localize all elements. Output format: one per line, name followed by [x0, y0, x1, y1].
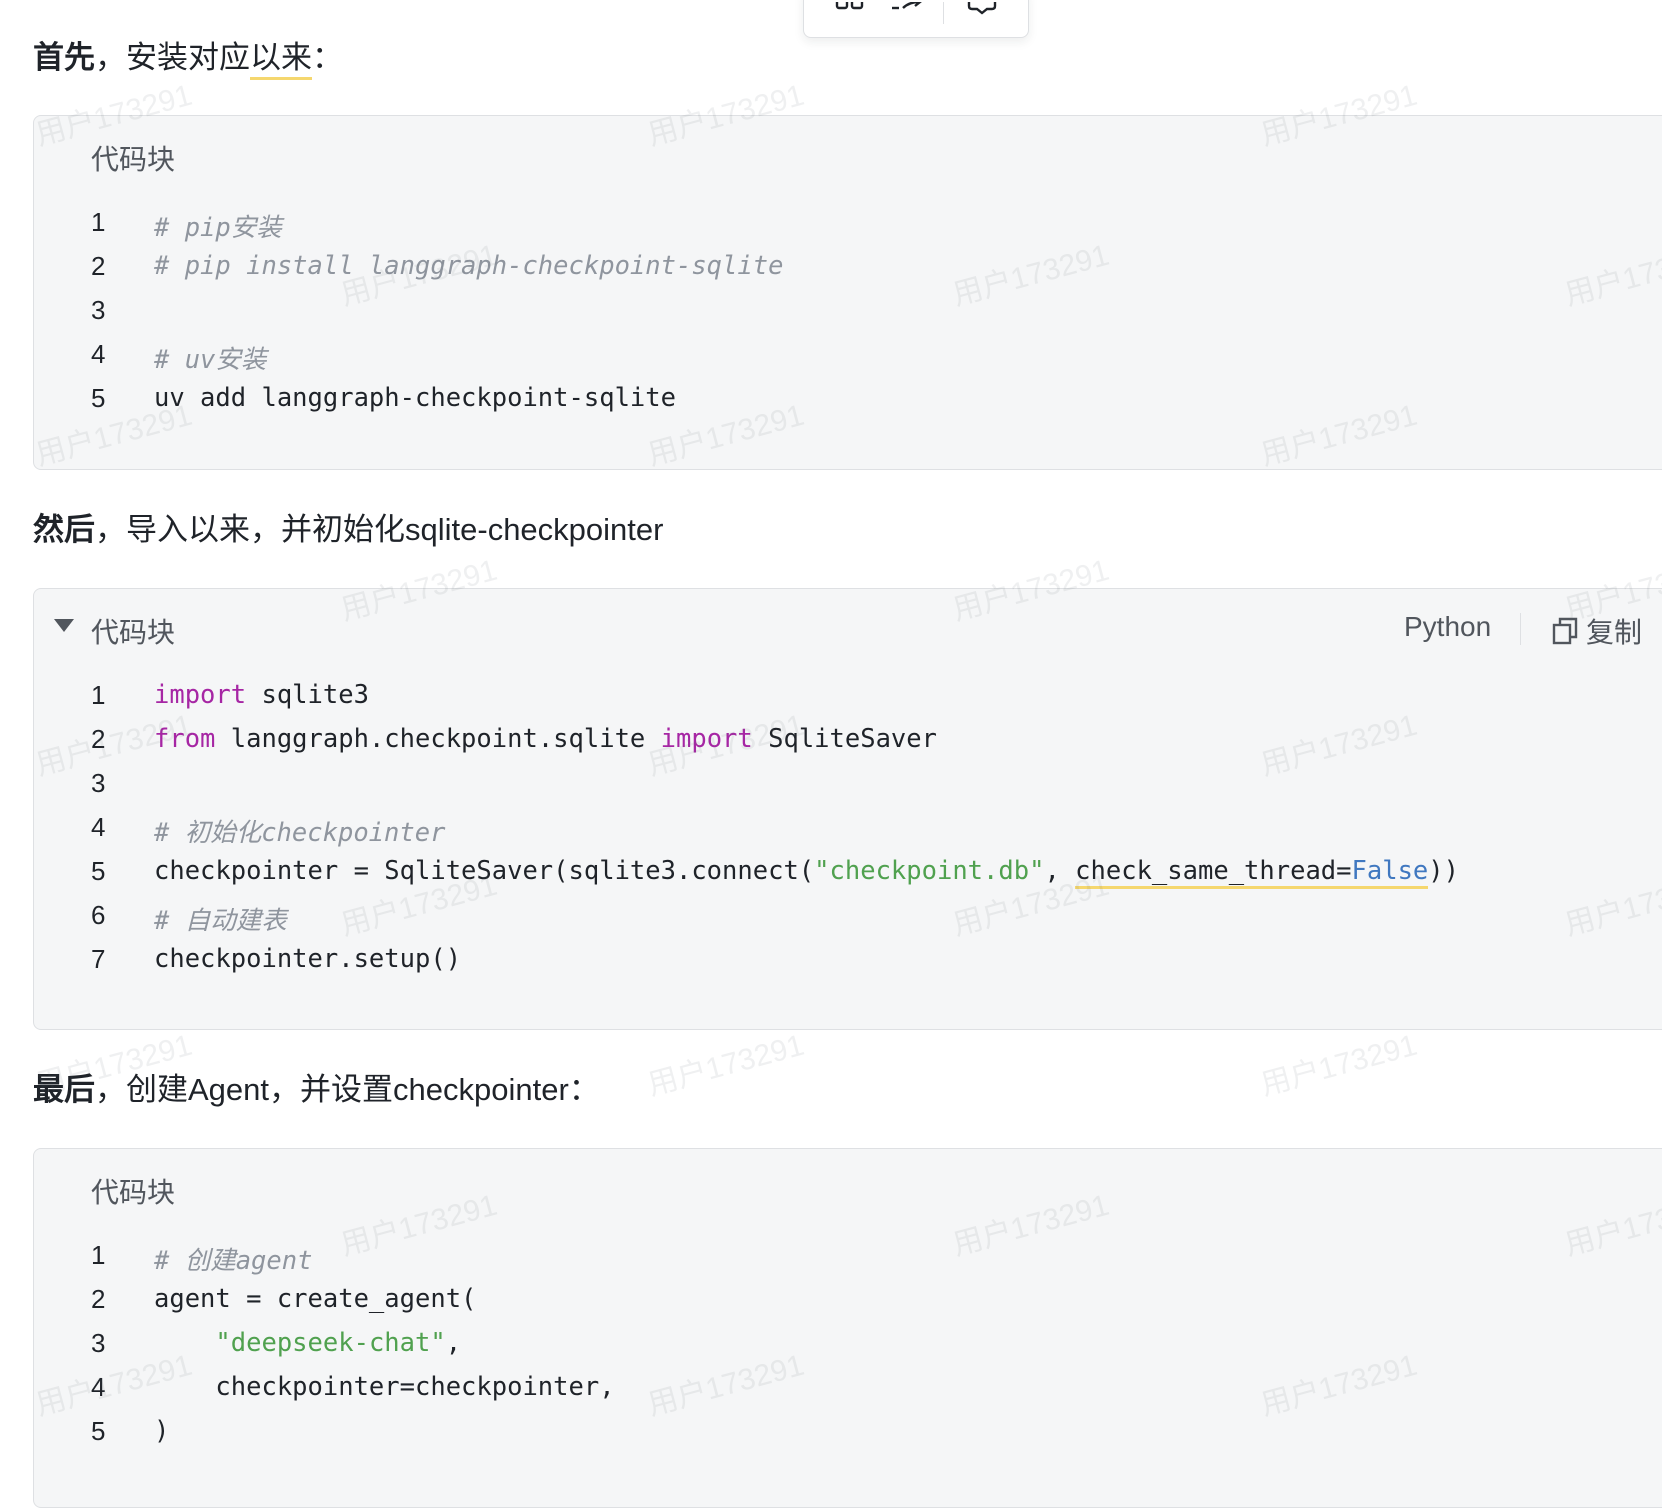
line-number: 5 [91, 856, 106, 886]
code-lines: 1 # 创建agent 2 agent = create_agent( 3 "deeps… [34, 1234, 1662, 1454]
code-line: 1 # pip安装 [34, 201, 1662, 245]
code-line: 1 import sqlite3 [34, 674, 1662, 718]
code-text: "deepseek-chat", [215, 1328, 462, 1358]
code-line: 5 checkpointer = SqliteSaver(sqlite3.conn… [34, 850, 1662, 894]
line-number: 3 [91, 1328, 106, 1358]
bold-lead: 然后 [33, 512, 95, 547]
code-line: 5 uv add langgraph-checkpoint-sqlite [34, 377, 1662, 421]
code-text: # pip安装 [154, 213, 282, 243]
code-line: 3 "deepseek-chat", [34, 1322, 1662, 1366]
line-number: 1 [91, 1240, 106, 1270]
code-line: 2 from langgraph.checkpoint.sqlite import… [34, 718, 1662, 762]
line-number: 7 [91, 944, 106, 974]
code-text: # pip install langgraph-checkpoint-sqlit… [154, 251, 784, 281]
code-text: checkpointer = SqliteSaver(sqlite3.conne… [154, 856, 1459, 889]
code-line: 5) [34, 1410, 1662, 1454]
line-number: 1 [91, 680, 106, 710]
copy-label: 复制 [1586, 617, 1643, 648]
code-text: # 创建agent [154, 1246, 313, 1276]
line-number: 5 [91, 383, 106, 413]
para-text: ，创建Agent，并设置checkpointer： [95, 1072, 600, 1107]
header-divider [1520, 613, 1521, 645]
line-number: 4 [91, 339, 106, 369]
comment-icon[interactable] [964, 0, 1000, 28]
line-number: 1 [91, 207, 106, 237]
code-text: from langgraph.checkpoint.sqlite import … [154, 724, 937, 754]
line-number: 5 [91, 1416, 106, 1446]
floating-toolbar [803, 0, 1029, 38]
para-text: ，导入以来，并初始化sqlite-checkpointer [95, 512, 664, 547]
line-number: 4 [91, 1372, 106, 1402]
copy-button[interactable]: 复制 [1552, 611, 1642, 651]
line-number: 3 [91, 295, 106, 325]
code-line: 6 # 自动建表 [34, 894, 1662, 938]
grid-icon[interactable] [832, 0, 868, 28]
watermark: 用户173291 [644, 1028, 808, 1103]
line-number: 4 [91, 812, 106, 842]
paragraph-create-agent: 最后，创建Agent，并设置checkpointer： [33, 1070, 600, 1110]
code-block-agent: 代码块 1 # 创建agent 2 agent = create_agent( 3 "d… [33, 1148, 1662, 1508]
code-block-header: 代码块 Python 复制 [34, 589, 1662, 669]
share-icon[interactable] [888, 0, 924, 28]
code-line: 4 checkpointer=checkpointer, [34, 1366, 1662, 1410]
code-text: agent = create_agent( [154, 1284, 477, 1314]
line-number: 2 [91, 251, 106, 281]
code-lines: 1 import sqlite3 2 from langgraph.checkpoin… [34, 674, 1662, 982]
typo-underlined-word[interactable]: 以来 [250, 40, 312, 80]
code-line: 2 # pip install langgraph-checkpoint-sqli… [34, 245, 1662, 289]
code-block-python: 代码块 Python 复制 1 import sqlite3 2 from langg… [33, 588, 1662, 1030]
code-block-install: 代码块 1 # pip安装 2 # pip install langgraph-che… [33, 115, 1662, 470]
code-line: 1 # 创建agent [34, 1234, 1662, 1278]
code-text: # 初始化checkpointer [154, 818, 446, 848]
paragraph-install: 首先，安装对应以来： [33, 38, 343, 80]
code-text: # 自动建表 [154, 906, 287, 936]
copy-icon [1552, 617, 1578, 645]
code-line: 3 [34, 762, 1662, 806]
code-block-title: 代码块 [91, 144, 176, 175]
code-text: ) [154, 1416, 170, 1446]
line-number: 6 [91, 900, 106, 930]
code-text: checkpointer.setup() [154, 944, 462, 974]
code-block-header: 代码块 [34, 1149, 1662, 1229]
code-line: 4 # 初始化checkpointer [34, 806, 1662, 850]
toolbar-divider [943, 2, 945, 24]
collapse-triangle-icon[interactable] [54, 619, 74, 632]
code-block-header: 代码块 [34, 116, 1662, 196]
code-line: 2 agent = create_agent( [34, 1278, 1662, 1322]
line-number: 2 [91, 1284, 106, 1314]
bold-lead: 最后 [33, 1072, 95, 1107]
line-number: 3 [91, 768, 106, 798]
code-text: # uv安装 [154, 345, 267, 375]
code-text: checkpointer=checkpointer, [154, 1372, 615, 1402]
language-selector[interactable]: Python [1404, 611, 1491, 643]
watermark: 用户173291 [1257, 1028, 1421, 1103]
code-lines: 1 # pip安装 2 # pip install langgraph-checkpo… [34, 201, 1662, 421]
bold-lead: 首先 [33, 40, 95, 75]
code-block-title: 代码块 [91, 617, 176, 648]
line-number: 2 [91, 724, 106, 754]
paragraph-import: 然后，导入以来，并初始化sqlite-checkpointer [33, 510, 663, 550]
code-text: uv add langgraph-checkpoint-sqlite [154, 383, 676, 413]
code-line: 7 checkpointer.setup() [34, 938, 1662, 982]
code-line: 3 [34, 289, 1662, 333]
code-line: 4 # uv安装 [34, 333, 1662, 377]
para-text: ，安装对应 [95, 40, 250, 75]
code-text: import sqlite3 [154, 680, 369, 710]
para-text: ： [312, 40, 343, 75]
code-block-title: 代码块 [91, 1177, 176, 1208]
